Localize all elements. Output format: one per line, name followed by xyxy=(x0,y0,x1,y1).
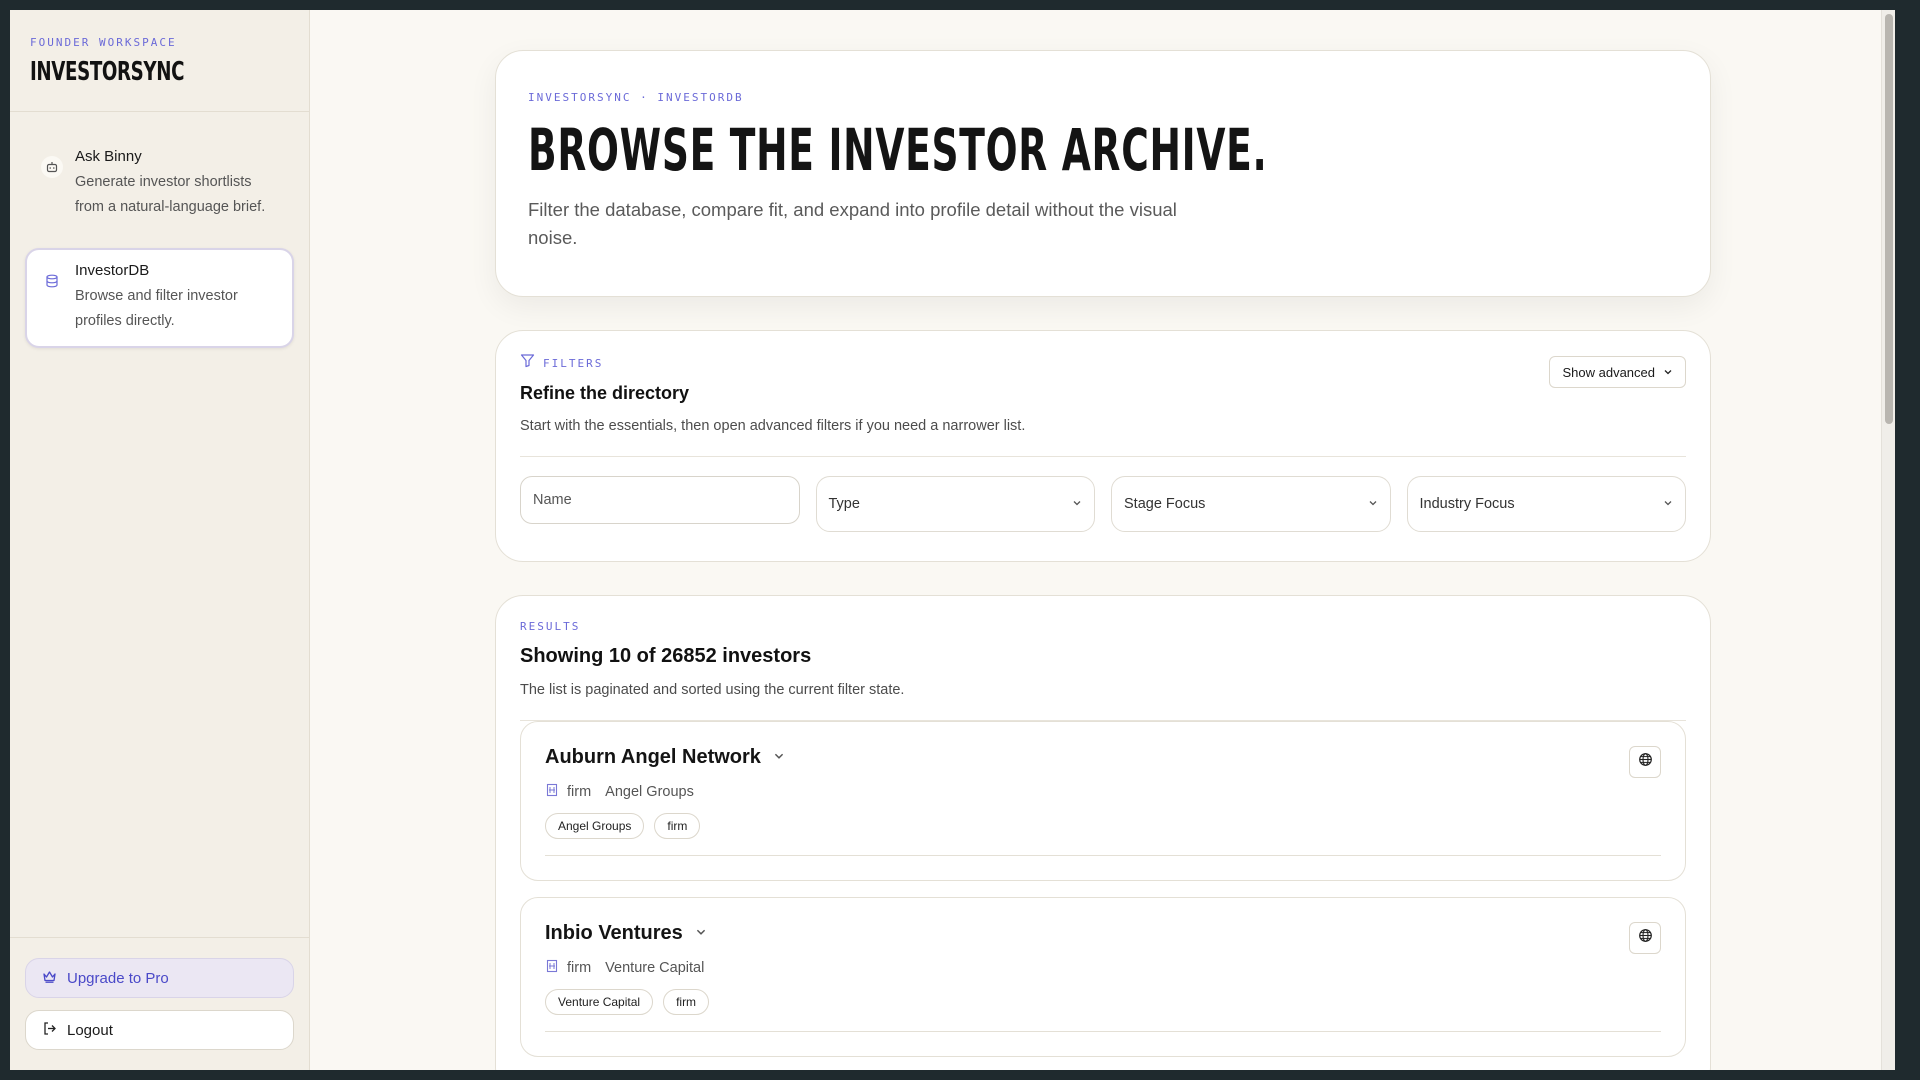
main-content: INVESTORSYNC · INVESTORDB BROWSE THE INV… xyxy=(310,10,1895,1070)
website-button[interactable] xyxy=(1629,746,1661,778)
breadcrumb: INVESTORSYNC · INVESTORDB xyxy=(528,91,744,104)
workspace-label: FOUNDER WORKSPACE xyxy=(30,36,177,49)
results-eyebrow: RESULTS xyxy=(520,620,581,633)
sidebar-nav: Ask Binny Generate investor shortlists f… xyxy=(10,112,309,370)
investor-category: Venture Capital xyxy=(605,960,705,976)
logout-button[interactable]: Logout xyxy=(25,1010,294,1050)
building-icon xyxy=(545,959,559,977)
filters-title: Refine the directory xyxy=(520,383,690,403)
name-input[interactable]: Name xyxy=(520,476,800,524)
upgrade-label: Upgrade to Pro xyxy=(67,969,169,987)
chevron-down-icon xyxy=(1368,496,1378,512)
filters-desc: Start with the essentials, then open adv… xyxy=(520,418,1026,434)
chevron-down-icon[interactable] xyxy=(773,749,785,767)
sidebar-item-investordb[interactable]: InvestorDB Browse and filter investor pr… xyxy=(25,248,294,348)
list-item[interactable]: Inbio Ventures firm Venture Capital Vent… xyxy=(520,897,1686,1057)
brand: FOUNDER WORKSPACE INVESTORSYNC xyxy=(10,10,309,112)
crown-icon xyxy=(42,969,57,988)
stage-select-label: Stage Focus xyxy=(1124,496,1206,512)
name-placeholder: Name xyxy=(533,492,572,508)
hero-card: INVESTORSYNC · INVESTORDB BROWSE THE INV… xyxy=(495,50,1711,297)
divider xyxy=(520,456,1686,457)
upgrade-button[interactable]: Upgrade to Pro xyxy=(25,958,294,998)
chevron-down-icon xyxy=(1663,496,1673,512)
brand-title: INVESTORSYNC xyxy=(30,57,185,87)
industry-focus-select[interactable]: Industry Focus xyxy=(1406,476,1686,532)
tag: firm xyxy=(654,813,701,839)
filters-eyebrow: FILTERS xyxy=(543,356,604,370)
sidebar-item-label: InvestorDB xyxy=(75,262,150,279)
filter-row: Name Type Stage Focus Industry Focus xyxy=(520,476,1686,532)
investor-name: Inbio Ventures xyxy=(545,922,683,944)
building-icon xyxy=(545,783,559,801)
investor-category: Angel Groups xyxy=(605,784,694,800)
app-window: FOUNDER WORKSPACE INVESTORSYNC Ask Binny… xyxy=(10,10,1895,1070)
type-select-label: Type xyxy=(828,496,860,512)
stage-focus-select[interactable]: Stage Focus xyxy=(1111,476,1391,532)
chevron-down-icon xyxy=(1663,365,1673,380)
list-item[interactable]: Auburn Angel Network firm Angel Groups A… xyxy=(520,721,1686,881)
sidebar-footer: Upgrade to Pro Logout xyxy=(10,937,309,1070)
globe-icon xyxy=(1638,928,1653,948)
globe-icon xyxy=(1638,752,1653,772)
robot-icon xyxy=(41,156,63,178)
investor-name: Auburn Angel Network xyxy=(545,746,761,768)
tag: Venture Capital xyxy=(545,989,654,1015)
filter-icon xyxy=(520,353,535,373)
investor-kind: firm xyxy=(567,784,592,800)
chevron-down-icon[interactable] xyxy=(695,925,707,943)
show-advanced-label: Show advanced xyxy=(1562,364,1655,380)
logout-icon xyxy=(42,1021,57,1040)
investor-kind: firm xyxy=(567,960,592,976)
database-icon xyxy=(41,270,63,292)
show-advanced-button[interactable]: Show advanced xyxy=(1549,356,1686,388)
tag: Angel Groups xyxy=(545,813,645,839)
sidebar-item-ask-binny[interactable]: Ask Binny Generate investor shortlists f… xyxy=(25,134,294,234)
filters-card: FILTERS Refine the directory Start with … xyxy=(495,330,1711,562)
sidebar-item-desc: Generate investor shortlists from a natu… xyxy=(75,174,266,215)
sidebar-item-label: Ask Binny xyxy=(75,148,142,165)
website-button[interactable] xyxy=(1629,922,1661,954)
page-title: BROWSE THE INVESTOR ARCHIVE. xyxy=(528,116,1268,184)
results-title: Showing 10 of 26852 investors xyxy=(520,645,812,667)
results-card: RESULTS Showing 10 of 26852 investors Th… xyxy=(495,595,1711,1070)
chevron-down-icon xyxy=(1072,496,1082,512)
scrollbar[interactable] xyxy=(1881,10,1895,1070)
sidebar-item-desc: Browse and filter investor profiles dire… xyxy=(75,288,238,329)
results-desc: The list is paginated and sorted using t… xyxy=(520,682,905,698)
scrollbar-thumb[interactable] xyxy=(1885,14,1893,424)
industry-select-label: Industry Focus xyxy=(1419,496,1515,512)
tag: firm xyxy=(663,989,710,1015)
logout-label: Logout xyxy=(67,1021,113,1039)
page-subtitle: Filter the database, compare fit, and ex… xyxy=(528,199,1177,248)
sidebar: FOUNDER WORKSPACE INVESTORSYNC Ask Binny… xyxy=(10,10,310,1070)
type-select[interactable]: Type xyxy=(815,476,1095,532)
